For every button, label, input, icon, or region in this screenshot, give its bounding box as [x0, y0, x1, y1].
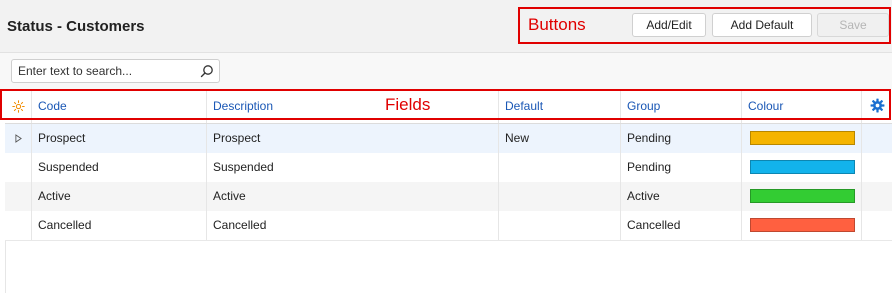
cell-default[interactable]: [499, 182, 621, 211]
search-input[interactable]: [18, 60, 193, 82]
cell-code[interactable]: Cancelled: [32, 211, 207, 240]
cell-default[interactable]: [499, 211, 621, 240]
expand-arrow-icon[interactable]: [15, 134, 22, 143]
cell-group[interactable]: Cancelled: [621, 211, 742, 240]
cell-code[interactable]: Active: [32, 182, 207, 211]
cell-default[interactable]: [499, 153, 621, 182]
search-box[interactable]: [11, 59, 220, 83]
row-expander[interactable]: [5, 182, 32, 211]
row-expander[interactable]: [5, 153, 32, 182]
table-row[interactable]: Suspended Suspended Pending: [5, 153, 892, 183]
colour-swatch: [750, 160, 855, 174]
cell-description[interactable]: Cancelled: [207, 211, 499, 240]
table-row[interactable]: Prospect Prospect New Pending: [5, 124, 892, 154]
table-row[interactable]: Cancelled Cancelled Cancelled: [5, 211, 892, 241]
cell-group[interactable]: Active: [621, 182, 742, 211]
cell-colour[interactable]: [742, 182, 862, 211]
cell-description[interactable]: Active: [207, 182, 499, 211]
cell-colour[interactable]: [742, 211, 862, 240]
fields-annotation-box: [0, 89, 891, 120]
page-title: Status - Customers: [7, 18, 145, 35]
table-row[interactable]: Active Active Active: [5, 182, 892, 212]
colour-swatch: [750, 218, 855, 232]
cell-description[interactable]: Suspended: [207, 153, 499, 182]
cell-code[interactable]: Prospect: [32, 124, 207, 153]
cell-code[interactable]: Suspended: [32, 153, 207, 182]
row-expander[interactable]: [5, 124, 32, 153]
row-expander[interactable]: [5, 211, 32, 240]
colour-swatch: [750, 131, 855, 145]
cell-default[interactable]: New: [499, 124, 621, 153]
buttons-annotation-label: Buttons: [528, 15, 586, 34]
cell-group[interactable]: Pending: [621, 124, 742, 153]
fields-annotation-label: Fields: [385, 95, 431, 114]
search-icon[interactable]: [200, 64, 214, 78]
colour-swatch: [750, 189, 855, 203]
cell-colour[interactable]: [742, 153, 862, 182]
cell-colour[interactable]: [742, 124, 862, 153]
cell-description[interactable]: Prospect: [207, 124, 499, 153]
cell-group[interactable]: Pending: [621, 153, 742, 182]
